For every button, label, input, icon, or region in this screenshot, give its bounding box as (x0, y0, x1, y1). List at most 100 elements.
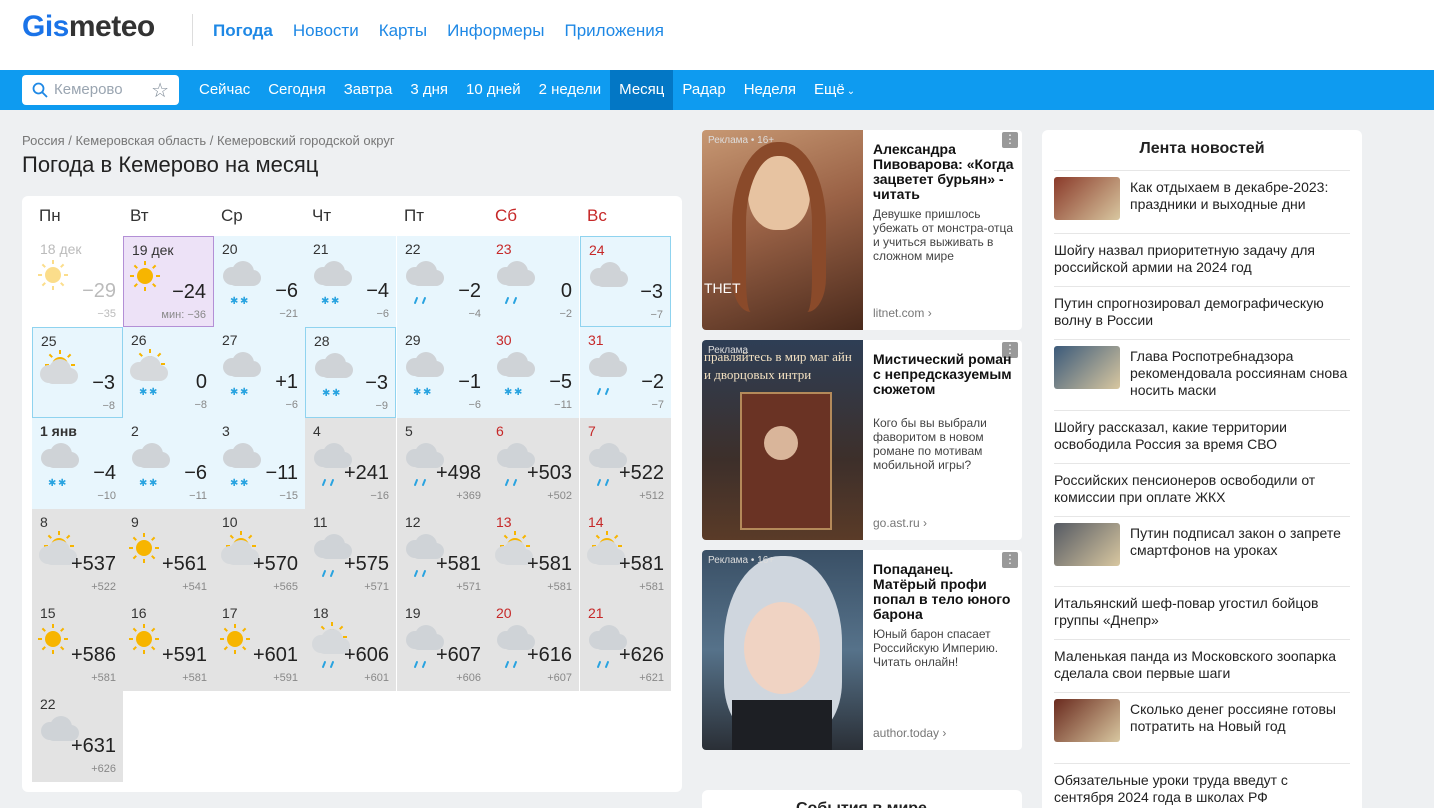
calendar-day[interactable]: 26 ✱ ✱ 0 −8 (123, 327, 214, 418)
news-item[interactable]: Путин подписал закон о запрете смартфоно… (1054, 516, 1350, 586)
tab-today[interactable]: Сегодня (259, 70, 335, 110)
calendar-day[interactable]: 4 +241 −16 (305, 418, 396, 509)
calendar-day[interactable]: 29 ✱ ✱ −1 −6 (397, 327, 488, 418)
ad-source-link[interactable]: author.today › (873, 726, 946, 740)
news-item[interactable]: Маленькая панда из Московского зоопарка … (1054, 639, 1350, 692)
calendar-day[interactable]: 2 ✱ ✱ −6 −11 (123, 418, 214, 509)
breadcrumb[interactable]: Россия / Кемеровская область / Кемеровск… (22, 133, 395, 148)
calendar-day[interactable]: 22 +631 +626 (32, 691, 123, 782)
tab-2-weeks[interactable]: 2 недели (530, 70, 611, 110)
calendar-day[interactable]: 12 +581 +571 (397, 509, 488, 600)
news-headline[interactable]: Глава Роспотребнадзора рекомендовала рос… (1130, 348, 1350, 399)
tab-radar[interactable]: Радар (673, 70, 734, 110)
calendar-day[interactable]: 1 янв ✱ ✱ −4 −10 (32, 418, 123, 509)
calendar-day[interactable]: 19 дек −24 мин: −36 (123, 236, 214, 327)
calendar-day[interactable]: 5 +498 +369 (397, 418, 488, 509)
svg-text:✱: ✱ (139, 387, 147, 397)
calendar-day[interactable]: 18 +606 +601 (305, 600, 396, 691)
news-item[interactable]: Сколько денег россияне готовы потратить … (1054, 692, 1350, 763)
calendar-day[interactable]: 23 0 −2 (488, 236, 579, 327)
calendar-day[interactable]: 25 −3 −8 (32, 327, 123, 418)
calendar-day[interactable]: 9 +561 +541 (123, 509, 214, 600)
topnav-apps[interactable]: Приложения (564, 21, 663, 41)
ad-source-link[interactable]: litnet.com › (873, 306, 932, 320)
calendar-day[interactable]: 19 +607 +606 (397, 600, 488, 691)
ad-image-1[interactable]: THET (702, 130, 863, 330)
calendar-day[interactable]: 15 +586 +581 (32, 600, 123, 691)
tab-month[interactable]: Месяц (610, 70, 674, 110)
news-thumbnail[interactable] (1054, 523, 1120, 566)
calendar-day[interactable]: 22 −2 −4 (397, 236, 488, 327)
ad-image-3[interactable] (702, 550, 863, 750)
ad-title[interactable]: Александра Пивоварова: «Когда зацветет б… (873, 142, 1019, 202)
calendar-day[interactable]: 31 −2 −7 (580, 327, 671, 418)
sun-icon (128, 259, 176, 307)
ad-image-2[interactable]: правляйтесь в мир маг айн и дворцовых ин… (702, 340, 863, 540)
calendar-day[interactable]: 21 ✱ ✱ −4 −6 (305, 236, 396, 327)
calendar-day[interactable]: 24 −3 −7 (580, 236, 671, 327)
calendar-day[interactable]: 18 дек −29 −35 (32, 236, 123, 327)
topnav-informers[interactable]: Информеры (447, 21, 544, 41)
news-item[interactable]: Российских пенсионеров освободили от ком… (1054, 463, 1350, 516)
gismeteo-logo[interactable]: Gismeteo (22, 10, 155, 44)
news-item[interactable]: Глава Роспотребнадзора рекомендовала рос… (1054, 339, 1350, 410)
calendar-day[interactable]: 13 +581 +581 (488, 509, 579, 600)
day-number: 15 (40, 605, 56, 621)
tab-3-days[interactable]: 3 дня (401, 70, 457, 110)
topnav-maps[interactable]: Карты (379, 21, 427, 41)
topnav-weather[interactable]: Погода (213, 21, 273, 41)
day-number: 16 (131, 605, 147, 621)
tab-tomorrow[interactable]: Завтра (335, 70, 402, 110)
tab-now[interactable]: Сейчас (190, 70, 259, 110)
calendar-day[interactable]: 30 ✱ ✱ −5 −11 (488, 327, 579, 418)
calendar-day[interactable]: 7 +522 +512 (580, 418, 671, 509)
topnav-news[interactable]: Новости (293, 21, 359, 41)
ad-title[interactable]: Мистический роман с непредсказуемым сюже… (873, 352, 1019, 397)
calendar-day[interactable]: 17 +601 +591 (214, 600, 305, 691)
calendar-day[interactable]: 20 +616 +607 (488, 600, 579, 691)
calendar-day[interactable]: 21 +626 +621 (580, 600, 671, 691)
news-headline[interactable]: Маленькая панда из Московского зоопарка … (1054, 648, 1350, 682)
calendar-day[interactable]: 28 ✱ ✱ −3 −9 (305, 327, 396, 418)
news-thumbnail[interactable] (1054, 699, 1120, 742)
ad-source-link[interactable]: go.ast.ru › (873, 516, 927, 530)
tab-more[interactable]: Ещё ⌄ (805, 70, 864, 110)
news-item[interactable]: Как отдыхаем в декабре-2023: праздники и… (1054, 170, 1350, 233)
news-headline[interactable]: Путин спрогнозировал демографическую вол… (1054, 295, 1350, 329)
calendar-day[interactable]: 6 +503 +502 (488, 418, 579, 509)
calendar-day[interactable]: 14 +581 +581 (580, 509, 671, 600)
calendar-day[interactable]: 3 ✱ ✱ −11 −15 (214, 418, 305, 509)
news-headline[interactable]: Обязательные уроки труда введут с сентяб… (1054, 772, 1350, 806)
news-headline[interactable]: Российских пенсионеров освободили от ком… (1054, 472, 1350, 506)
news-thumbnail[interactable] (1054, 177, 1120, 220)
calendar-day[interactable]: 16 +591 +581 (123, 600, 214, 691)
ad-card-1[interactable]: THET Реклама • 16+ ⋮ Александра Пивоваро… (702, 130, 1022, 330)
calendar-day[interactable]: 20 ✱ ✱ −6 −21 (214, 236, 305, 327)
news-item[interactable]: Итальянский шеф-повар угостил бойцов гру… (1054, 586, 1350, 639)
ad-card-2[interactable]: правляйтесь в мир маг айн и дворцовых ин… (702, 340, 1022, 540)
calendar-day[interactable]: 10 +570 +565 (214, 509, 305, 600)
svg-text:✱: ✱ (413, 387, 421, 397)
calendar-day[interactable]: 11 +575 +571 (305, 509, 396, 600)
calendar-day[interactable]: 8 +537 +522 (32, 509, 123, 600)
news-item[interactable]: Обязательные уроки труда введут с сентяб… (1054, 763, 1350, 808)
tab-week[interactable]: Неделя (735, 70, 805, 110)
city-search-input[interactable]: Кемерово ☆ (22, 75, 179, 105)
news-item[interactable]: Шойгу рассказал, какие территории освобо… (1054, 410, 1350, 463)
favorite-star-icon[interactable]: ☆ (151, 78, 169, 103)
news-headline[interactable]: Шойгу рассказал, какие территории освобо… (1054, 419, 1350, 453)
news-headline[interactable]: Шойгу назвал приоритетную задачу для рос… (1054, 242, 1350, 276)
ad-title[interactable]: Попаданец. Матёрый профи попал в тело юн… (873, 562, 1019, 622)
news-headline[interactable]: Сколько денег россияне готовы потратить … (1130, 701, 1350, 735)
news-item[interactable]: Путин спрогнозировал демографическую вол… (1054, 286, 1350, 339)
news-headline[interactable]: Итальянский шеф-повар угостил бойцов гру… (1054, 595, 1350, 629)
calendar-day[interactable]: 27 ✱ ✱ +1 −6 (214, 327, 305, 418)
ad-card-3[interactable]: Реклама • 16+ ⋮ Попаданец. Матёрый профи… (702, 550, 1022, 750)
news-thumbnail[interactable] (1054, 346, 1120, 389)
news-headline[interactable]: Как отдыхаем в декабре-2023: праздники и… (1130, 179, 1350, 213)
min-temperature: +571 (364, 581, 389, 593)
news-headline[interactable]: Путин подписал закон о запрете смартфоно… (1130, 525, 1350, 559)
tab-10-days[interactable]: 10 дней (457, 70, 530, 110)
news-item[interactable]: Шойгу назвал приоритетную задачу для рос… (1054, 233, 1350, 286)
max-temperature: −6 (275, 280, 298, 302)
